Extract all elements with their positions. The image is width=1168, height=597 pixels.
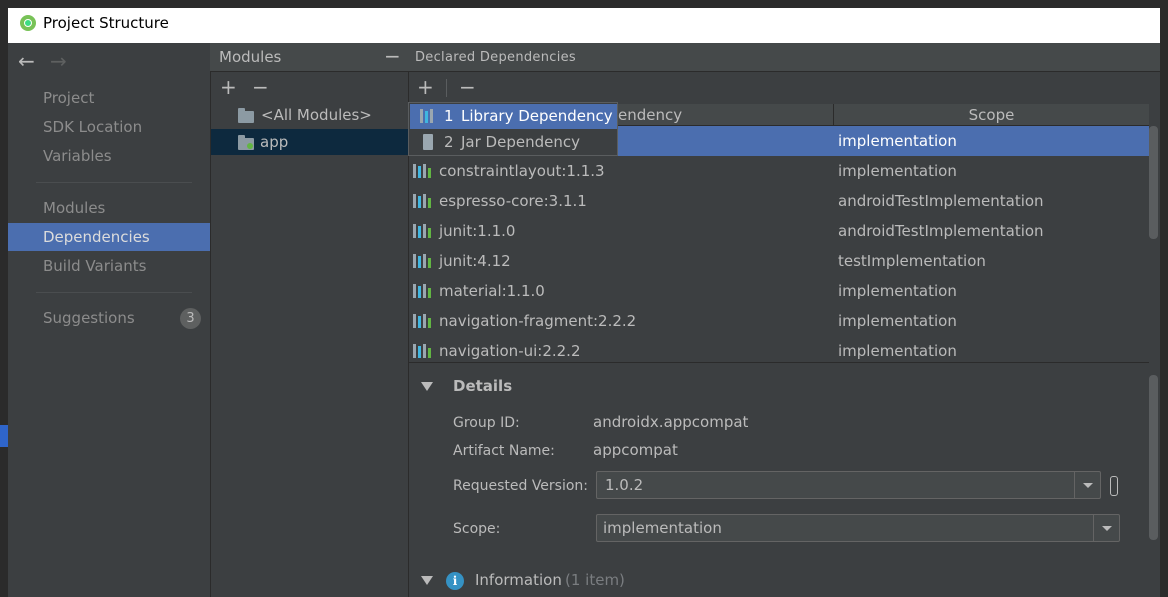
dependency-row[interactable]: junit:4.12 testImplementation — [409, 246, 1149, 276]
library-icon — [420, 109, 438, 123]
forward-arrow-icon[interactable]: → — [50, 49, 67, 73]
library-icon — [413, 194, 431, 208]
dependency-scope: androidTestImplementation — [838, 222, 1044, 240]
dependency-row[interactable]: navigation-fragment:2.2.2 implementation — [409, 306, 1149, 336]
nav-divider — [36, 292, 192, 293]
dependency-name: navigation-ui:2.2.2 — [439, 342, 581, 360]
remove-dependency-icon[interactable]: − — [459, 75, 476, 99]
dependency-scope: testImplementation — [838, 252, 986, 270]
collapse-icon[interactable]: − — [384, 44, 401, 68]
background-ide-right — [1160, 8, 1168, 597]
scope-combo[interactable]: implementation — [596, 514, 1120, 542]
library-icon — [413, 314, 431, 328]
details-collapse-icon[interactable] — [421, 382, 433, 391]
info-icon: i — [446, 572, 464, 590]
library-icon — [413, 224, 431, 238]
toolbar-divider — [446, 79, 447, 97]
popup-item-label: Library Dependency — [461, 107, 613, 125]
modules-title: Modules — [219, 48, 282, 66]
group-id-value: androidx.appcompat — [593, 413, 749, 431]
library-icon — [413, 164, 431, 178]
popup-item-number: 2 — [444, 133, 454, 151]
information-collapse-icon[interactable] — [421, 576, 433, 585]
library-icon — [413, 344, 431, 358]
dependency-scope: implementation — [838, 162, 957, 180]
nav-item-sdk-location[interactable]: SDK Location — [8, 113, 210, 141]
background-ide — [0, 0, 1168, 8]
scope-value: implementation — [603, 519, 722, 537]
artifact-name-value: appcompat — [593, 441, 678, 459]
details-divider — [409, 362, 1149, 363]
dependency-scope: implementation — [838, 282, 957, 300]
jar-icon — [423, 134, 433, 150]
column-header-dependency[interactable]: endency — [618, 106, 682, 124]
group-id-label: Group ID: — [453, 415, 520, 431]
nav-item-dependencies[interactable]: Dependencies — [8, 223, 210, 251]
module-item-app[interactable]: app — [211, 129, 408, 155]
popup-item-number: 1 — [444, 107, 454, 125]
dependency-name: navigation-fragment:2.2.2 — [439, 312, 637, 330]
dependency-row[interactable]: material:1.1.0 implementation — [409, 276, 1149, 306]
dependency-name: junit:1.1.0 — [439, 222, 516, 240]
nav-item-modules[interactable]: Modules — [8, 194, 210, 222]
back-arrow-icon[interactable]: ← — [18, 49, 35, 73]
dependency-scope: androidTestImplementation — [838, 192, 1044, 210]
folder-icon — [238, 108, 254, 123]
dependency-row[interactable]: espresso-core:3.1.1 androidTestImplementa… — [409, 186, 1149, 216]
module-label: <All Modules> — [261, 106, 372, 124]
dependency-scope: implementation — [838, 132, 957, 150]
title-bar — [8, 8, 1160, 43]
dependency-scope: implementation — [838, 342, 957, 360]
background-ide-left — [0, 8, 8, 597]
background-ide-marker — [0, 425, 8, 447]
dependency-row[interactable]: junit:1.1.0 androidTestImplementation — [409, 216, 1149, 246]
module-status-icon — [247, 143, 253, 149]
add-module-icon[interactable]: + — [220, 75, 237, 99]
popup-item-label: Jar Dependency — [461, 133, 580, 151]
nav-item-project[interactable]: Project — [8, 84, 210, 112]
version-status-icon — [1110, 476, 1118, 496]
module-label: app — [260, 133, 289, 151]
column-header-scope[interactable]: Scope — [834, 106, 1149, 124]
dependency-row[interactable]: constraintlayout:1.1.3 implementation — [409, 156, 1149, 186]
declared-dependencies-title: Declared Dependencies — [415, 50, 576, 65]
details-scrollbar[interactable] — [1149, 375, 1158, 540]
nav-divider — [36, 182, 192, 183]
dependency-scope: implementation — [838, 312, 957, 330]
popup-item-jar-dependency[interactable]: 2 Jar Dependency — [410, 130, 617, 155]
library-icon — [413, 284, 431, 298]
popup-item-library-dependency[interactable]: 1 Library Dependency — [410, 104, 617, 129]
information-title: Information — [475, 571, 562, 589]
nav-item-build-variants[interactable]: Build Variants — [8, 252, 210, 280]
window-title: Project Structure — [43, 14, 169, 32]
suggestions-count-badge: 3 — [180, 308, 201, 329]
requested-version-value: 1.0.2 — [605, 476, 644, 494]
chevron-down-icon[interactable] — [1093, 515, 1119, 541]
dependency-name: constraintlayout:1.1.3 — [439, 162, 605, 180]
artifact-name-label: Artifact Name: — [453, 443, 555, 459]
information-count: (1 item) — [565, 571, 625, 589]
add-dependency-popup: 1 Library Dependency 2 Jar Dependency — [408, 102, 618, 156]
dependency-name: material:1.1.0 — [439, 282, 545, 300]
remove-module-icon[interactable]: − — [252, 75, 269, 99]
add-dependency-icon[interactable]: + — [417, 75, 434, 99]
chevron-down-icon[interactable] — [1074, 472, 1100, 498]
dependency-name: espresso-core:3.1.1 — [439, 192, 587, 210]
library-icon — [413, 254, 431, 268]
nav-item-variables[interactable]: Variables — [8, 142, 210, 170]
dependency-name: junit:4.12 — [439, 252, 511, 270]
module-item-all[interactable]: <All Modules> — [211, 102, 408, 128]
requested-version-combo[interactable]: 1.0.2 — [596, 471, 1101, 499]
details-title: Details — [453, 377, 513, 395]
scope-label: Scope: — [453, 521, 501, 537]
android-studio-icon — [20, 15, 36, 31]
table-scrollbar[interactable] — [1149, 126, 1158, 239]
requested-version-label: Requested Version: — [453, 478, 589, 494]
